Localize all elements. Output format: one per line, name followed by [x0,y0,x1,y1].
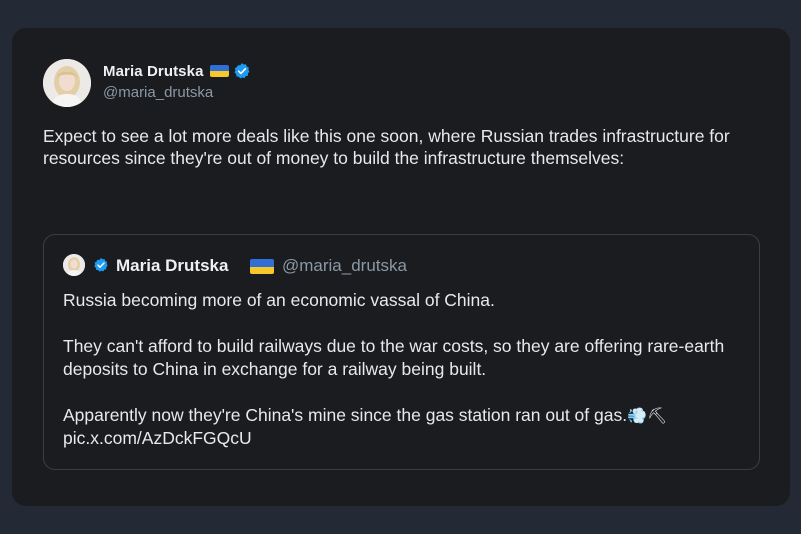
quoted-last-paragraph: Apparently now they're China's mine sinc… [63,404,753,450]
quoted-tweet-body: Russia becoming more of an economic vass… [63,289,753,450]
quoted-last-line-text: Apparently now they're China's mine sinc… [63,405,628,425]
quoted-paragraph: They can't afford to build railways due … [63,336,725,379]
quoted-paragraph: Russia becoming more of an economic vass… [63,290,495,310]
author-display-name[interactable]: Maria Drutska [103,63,204,80]
quoted-author-avatar[interactable] [63,254,85,276]
media-link[interactable]: pic.x.com/AzDckFGQcU [63,428,252,448]
quoted-verified-badge-icon [93,257,109,273]
tweet-card: Maria Drutska @maria_drutska Expect to s… [12,28,790,506]
quoted-author-handle[interactable]: @maria_drutska [282,256,407,276]
author-name-row: Maria Drutska [103,61,251,81]
quoted-ukraine-flag-icon [250,259,274,274]
tweet-text: Expect to see a lot more deals like this… [43,126,730,168]
quoted-author-display-name[interactable]: Maria Drutska [116,256,228,276]
ukraine-flag-icon [209,65,229,77]
dash-pick-emoji-icon: 💨⛏ [627,406,668,425]
quoted-tweet[interactable]: Maria Drutska @maria_drutska Russia beco… [43,234,760,470]
author-avatar[interactable] [43,59,91,107]
verified-badge-icon [233,62,251,80]
author-handle[interactable]: @maria_drutska [103,84,213,101]
